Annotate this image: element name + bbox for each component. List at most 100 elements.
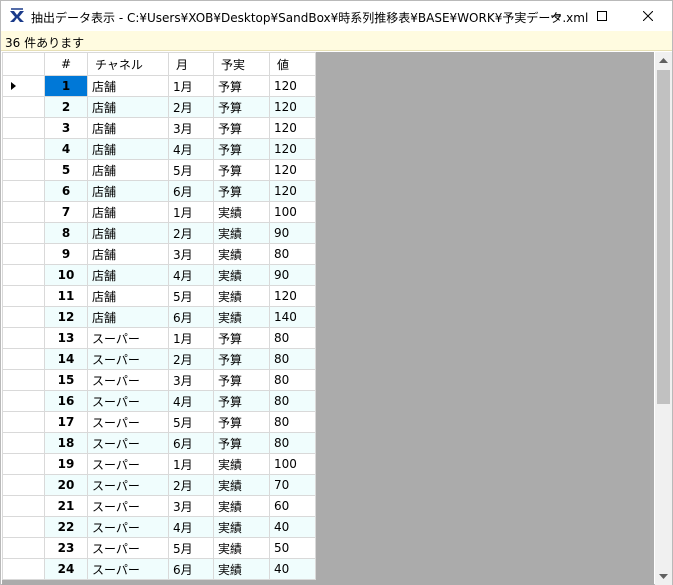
table-row[interactable]: 24 スーパー 6月 実績 40 (2, 558, 316, 580)
cell-month[interactable]: 5月 (168, 411, 214, 433)
cell-value[interactable]: 120 (269, 180, 316, 202)
cell-value[interactable]: 140 (269, 306, 316, 328)
cell-value[interactable]: 80 (269, 327, 316, 349)
cell-month[interactable]: 6月 (168, 432, 214, 454)
scroll-down-button[interactable] (655, 568, 672, 585)
column-header-number[interactable]: # (44, 52, 88, 76)
cell-value[interactable]: 40 (269, 558, 316, 580)
cell-value[interactable]: 60 (269, 495, 316, 517)
cell-month[interactable]: 5月 (168, 285, 214, 307)
cell-channel[interactable]: 店舗 (87, 117, 169, 139)
cell-type[interactable]: 予算 (213, 117, 270, 139)
cell-type[interactable]: 予算 (213, 369, 270, 391)
row-header-corner[interactable] (2, 52, 45, 76)
column-header-month[interactable]: 月 (168, 52, 214, 76)
cell-number[interactable]: 9 (44, 243, 88, 265)
cell-type[interactable]: 実績 (213, 285, 270, 307)
cell-channel[interactable]: 店舗 (87, 222, 169, 244)
cell-number[interactable]: 13 (44, 327, 88, 349)
row-header[interactable] (2, 180, 45, 202)
cell-channel[interactable]: 店舗 (87, 159, 169, 181)
cell-channel[interactable]: 店舗 (87, 96, 169, 118)
cell-month[interactable]: 1月 (168, 201, 214, 223)
maximize-button[interactable] (579, 1, 625, 31)
row-header[interactable] (2, 537, 45, 559)
cell-value[interactable]: 120 (269, 75, 316, 97)
cell-type[interactable]: 実績 (213, 201, 270, 223)
cell-channel[interactable]: 店舗 (87, 180, 169, 202)
data-grid[interactable]: # チャネル 月 予実 値 1 店舗 1月 予算 120 2 店舗 2月 予算 120 3 店舗 3月予… (2, 52, 654, 585)
row-header[interactable] (2, 75, 45, 97)
table-row[interactable]: 19 スーパー 1月 実績 100 (2, 453, 316, 475)
vertical-scrollbar[interactable] (655, 52, 672, 585)
cell-number[interactable]: 5 (44, 159, 88, 181)
cell-value[interactable]: 120 (269, 117, 316, 139)
cell-month[interactable]: 3月 (168, 495, 214, 517)
table-row[interactable]: 13 スーパー 1月 予算 80 (2, 327, 316, 349)
cell-month[interactable]: 4月 (168, 390, 214, 412)
cell-type[interactable]: 実績 (213, 453, 270, 475)
cell-value[interactable]: 80 (269, 390, 316, 412)
cell-value[interactable]: 80 (269, 369, 316, 391)
row-header[interactable] (2, 264, 45, 286)
cell-month[interactable]: 6月 (168, 558, 214, 580)
cell-value[interactable]: 90 (269, 264, 316, 286)
cell-channel[interactable]: スーパー (87, 537, 169, 559)
cell-month[interactable]: 1月 (168, 453, 214, 475)
cell-value[interactable]: 80 (269, 348, 316, 370)
cell-channel[interactable]: 店舗 (87, 138, 169, 160)
table-row[interactable]: 9 店舗 3月 実績 80 (2, 243, 316, 265)
cell-month[interactable]: 3月 (168, 117, 214, 139)
cell-channel[interactable]: 店舗 (87, 306, 169, 328)
table-row[interactable]: 22 スーパー 4月 実績 40 (2, 516, 316, 538)
table-row[interactable]: 12 店舗 6月 実績 140 (2, 306, 316, 328)
cell-type[interactable]: 実績 (213, 222, 270, 244)
cell-type[interactable]: 実績 (213, 495, 270, 517)
cell-channel[interactable]: 店舗 (87, 201, 169, 223)
cell-month[interactable]: 2月 (168, 222, 214, 244)
column-header-channel[interactable]: チャネル (87, 52, 169, 76)
table-row[interactable]: 8 店舗 2月 実績 90 (2, 222, 316, 244)
title-bar[interactable]: 抽出データ表示 - C:¥Users¥XOB¥Desktop¥SandBox¥時… (1, 1, 672, 31)
cell-channel[interactable]: スーパー (87, 432, 169, 454)
cell-type[interactable]: 実績 (213, 243, 270, 265)
cell-month[interactable]: 2月 (168, 474, 214, 496)
cell-channel[interactable]: スーパー (87, 348, 169, 370)
cell-value[interactable]: 80 (269, 432, 316, 454)
row-header[interactable] (2, 453, 45, 475)
table-row[interactable]: 5 店舗 5月 予算 120 (2, 159, 316, 181)
cell-type[interactable]: 予算 (213, 411, 270, 433)
cell-number[interactable]: 20 (44, 474, 88, 496)
cell-month[interactable]: 4月 (168, 516, 214, 538)
cell-month[interactable]: 2月 (168, 348, 214, 370)
cell-type[interactable]: 予算 (213, 96, 270, 118)
row-header[interactable] (2, 243, 45, 265)
row-header[interactable] (2, 117, 45, 139)
table-row[interactable]: 11 店舗 5月 実績 120 (2, 285, 316, 307)
cell-value[interactable]: 120 (269, 285, 316, 307)
cell-type[interactable]: 予算 (213, 432, 270, 454)
row-header[interactable] (2, 474, 45, 496)
close-button[interactable] (625, 1, 671, 31)
cell-month[interactable]: 5月 (168, 537, 214, 559)
cell-number[interactable]: 3 (44, 117, 88, 139)
cell-number[interactable]: 17 (44, 411, 88, 433)
cell-number[interactable]: 11 (44, 285, 88, 307)
cell-value[interactable]: 80 (269, 243, 316, 265)
table-row[interactable]: 18 スーパー 6月 予算 80 (2, 432, 316, 454)
cell-type[interactable]: 実績 (213, 264, 270, 286)
cell-channel[interactable]: 店舗 (87, 285, 169, 307)
cell-channel[interactable]: スーパー (87, 474, 169, 496)
cell-type[interactable]: 予算 (213, 75, 270, 97)
cell-channel[interactable]: スーパー (87, 453, 169, 475)
cell-number[interactable]: 21 (44, 495, 88, 517)
table-row[interactable]: 15 スーパー 3月 予算 80 (2, 369, 316, 391)
cell-type[interactable]: 予算 (213, 327, 270, 349)
scroll-up-button[interactable] (655, 52, 672, 69)
cell-channel[interactable]: スーパー (87, 411, 169, 433)
cell-type[interactable]: 予算 (213, 390, 270, 412)
cell-channel[interactable]: スーパー (87, 558, 169, 580)
cell-value[interactable]: 100 (269, 453, 316, 475)
table-row[interactable]: 1 店舗 1月 予算 120 (2, 75, 316, 97)
cell-value[interactable]: 120 (269, 96, 316, 118)
